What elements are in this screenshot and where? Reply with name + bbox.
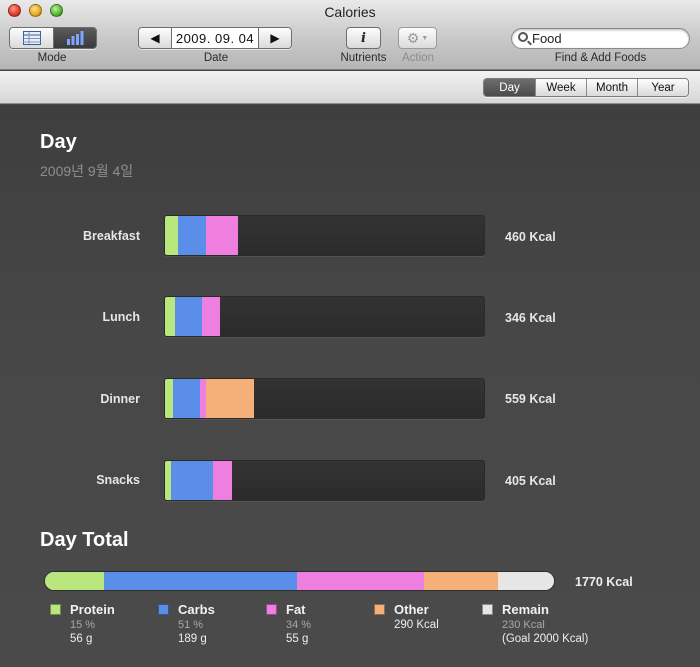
nutrients-button[interactable]: i [346,27,381,49]
meal-label-snacks: Snacks [96,473,140,487]
day-view: Day 2009년 9월 4일 Breakfast 460 Kcal Lunch… [0,105,700,667]
tab-week[interactable]: Week [535,79,586,96]
meal-kcal-breakfast: 460 Kcal [505,230,556,244]
mode-segmented-control [9,27,97,49]
date-label: Date [203,52,229,64]
mode-label: Mode [37,52,67,64]
previous-date-button[interactable]: ◀ [139,28,171,48]
carbs-segment [103,572,297,590]
protein-segment [165,216,178,255]
next-date-button[interactable]: ▶ [259,28,291,48]
protein-segment [45,572,104,590]
remain-segment [498,572,554,590]
action-label: Action [402,52,434,64]
period-segmented-control: Day Week Month Year [483,78,689,97]
legend-value: 55 g [286,633,309,645]
legend-value: 189 g [178,633,207,645]
legend-percent: 51 % [178,619,204,631]
meal-bar-breakfast[interactable] [164,215,485,256]
tab-month[interactable]: Month [586,79,637,96]
legend-percent: 15 % [70,619,96,631]
window-title: Calories [324,4,376,20]
date-stepper: ◀ 2009. 09. 04 ▶ [138,27,292,49]
carbs-segment [171,461,213,500]
list-view-icon [22,31,41,45]
right-arrow-icon: ▶ [270,31,280,45]
carbs-segment [172,379,201,418]
tab-day[interactable]: Day [484,79,535,96]
meal-label-dinner: Dinner [100,392,140,406]
meal-label-breakfast: Breakfast [83,229,140,243]
date-field[interactable]: 2009. 09. 04 [171,28,259,48]
fat-segment [212,461,232,500]
page-title: Day [40,131,77,153]
meal-label-lunch: Lunch [102,310,141,324]
legend-swatch [158,604,169,615]
nutrients-label: Nutrients [340,52,387,64]
protein-segment [165,379,173,418]
day-total-kcal: 1770 Kcal [575,575,633,589]
day-total-title: Day Total [40,529,129,551]
legend-swatch [374,604,385,615]
legend-name: Fat [286,602,306,617]
legend-name: Remain [502,602,549,617]
other-segment [206,379,255,418]
legend-name: Protein [70,602,115,617]
legend-swatch [266,604,277,615]
legend-percent: 34 % [286,619,312,631]
meal-bar-snacks[interactable] [164,460,485,501]
protein-segment [165,297,175,336]
chevron-down-icon: ▼ [421,34,429,42]
legend-name: Carbs [178,602,215,617]
list-mode-button[interactable] [10,28,53,48]
meal-bar-dinner[interactable] [164,378,485,419]
legend-remaining-kcal: 230 Kcal [502,619,545,631]
gear-icon: ⚙ [406,29,420,46]
day-total-bar [44,571,555,591]
info-icon: i [361,30,366,46]
food-search-input[interactable] [532,30,682,47]
meal-kcal-lunch: 346 Kcal [505,311,556,325]
meal-kcal-snacks: 405 Kcal [505,474,556,488]
action-menu-button[interactable]: ⚙ ▼ [398,27,437,49]
legend-value: 290 Kcal [394,619,439,631]
meal-kcal-dinner: 559 Kcal [505,392,556,406]
carbs-segment [177,216,207,255]
chart-mode-button[interactable] [53,28,96,48]
search-icon [518,32,528,42]
legend-goal: (Goal 2000 Kcal) [502,633,589,645]
period-bar: Day Week Month Year [0,71,700,104]
legend-name: Other [394,602,429,617]
legend-value: 56 g [70,633,93,645]
food-search-field[interactable] [511,28,690,49]
current-date: 2009년 9월 4일 [40,163,134,179]
legend-swatch [482,604,493,615]
fat-segment [206,216,239,255]
left-arrow-icon: ◀ [150,31,160,45]
legend-swatch [50,604,61,615]
bar-chart-icon [67,31,84,45]
fat-segment [201,297,221,336]
other-segment [424,572,498,590]
carbs-segment [174,297,202,336]
window-toolbar: Calories Mode ◀ 2009. 09. 04 ▶ Date i Nu… [0,0,700,70]
meal-bar-lunch[interactable] [164,296,485,337]
find-add-foods-label: Find & Add Foods [554,52,647,64]
fat-segment [296,572,425,590]
tab-year[interactable]: Year [637,79,688,96]
